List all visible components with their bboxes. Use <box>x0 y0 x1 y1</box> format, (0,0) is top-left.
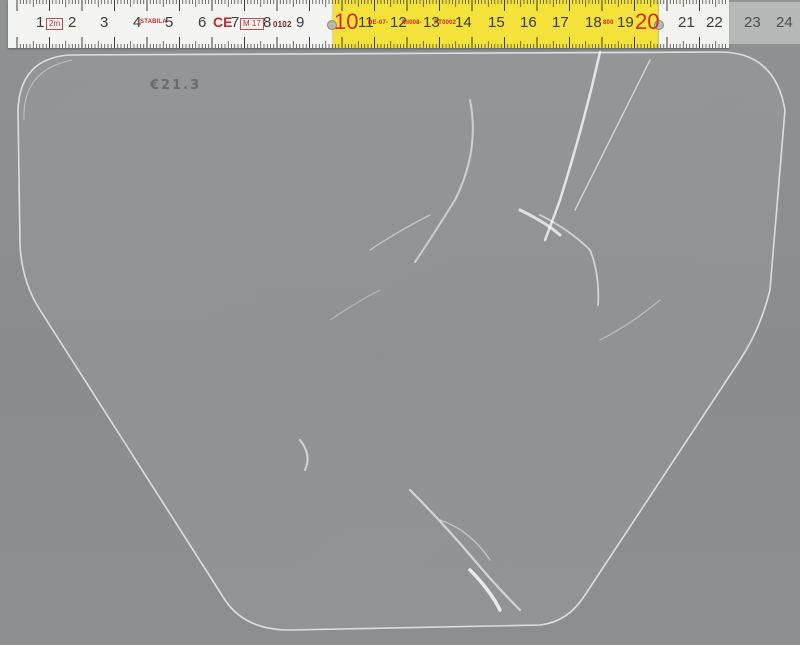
ruler-number: 16 <box>520 14 537 31</box>
ruler-number: 9 <box>296 14 305 31</box>
ruler-number: 1 <box>36 14 45 31</box>
ruler-number: 14 <box>455 14 472 31</box>
ruler-number: 17 <box>552 14 569 31</box>
ruler-mark-code: 800 <box>603 20 614 26</box>
ruler-number: 22 <box>706 14 723 31</box>
ruler-number: 18 <box>585 14 602 31</box>
ruler-mark-brand: STABILA <box>140 19 167 25</box>
ruler-number: 2 <box>68 14 77 31</box>
ruler-number: 23 <box>744 14 761 31</box>
photo-scene: €21.3 1 2 3 4 5 6 7 8 9 10 11 12 13 14 1… <box>0 0 800 645</box>
ruler-mark-ce: CE <box>213 14 233 30</box>
lens-engraving: €21.3 <box>150 78 202 93</box>
ruler-number: 6 <box>198 14 207 31</box>
lens-outline <box>17 51 786 631</box>
ruler-mark-code: PT0002 <box>434 20 457 26</box>
ruler-number: 24 <box>776 14 793 31</box>
ruler-number: 19 <box>617 14 634 31</box>
ruler-number: 10 <box>334 9 359 34</box>
ruler-mark-code: MI008- <box>402 20 422 26</box>
ruler-mark-2m: 2m <box>46 18 64 30</box>
ruler-number: 20 <box>635 9 660 34</box>
folding-ruler: 1 2 3 4 5 6 7 8 9 10 11 12 13 14 15 16 1… <box>0 0 800 50</box>
ruler-mark-code: 0102 <box>273 20 292 29</box>
ruler-mark-m17: M 17 <box>240 18 264 30</box>
ruler-number: 8 <box>263 14 272 31</box>
ruler-number: 15 <box>488 14 505 31</box>
visor-lens <box>17 50 786 631</box>
ruler-number: 21 <box>678 14 695 31</box>
ruler-mark-code: DE-07- <box>368 20 389 26</box>
ruler-number: 3 <box>100 14 109 31</box>
